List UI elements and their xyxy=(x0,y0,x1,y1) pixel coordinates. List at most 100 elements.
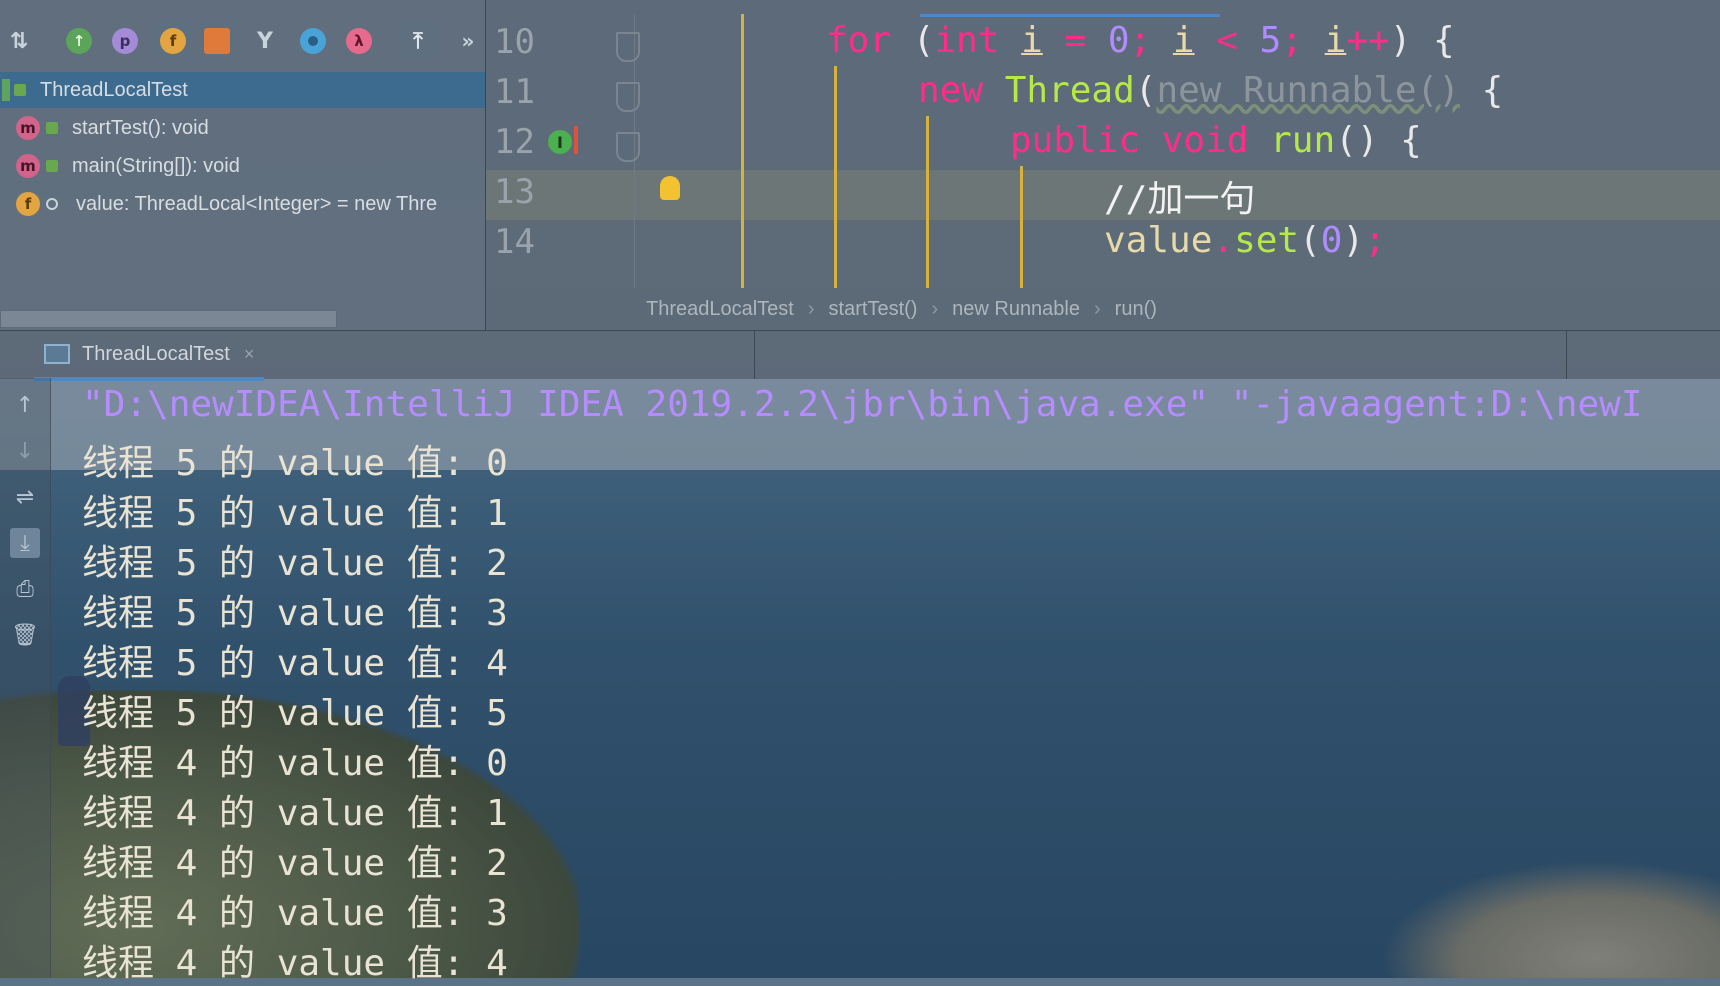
run-tool-window-header: ThreadLocalTest × xyxy=(0,330,1720,381)
show-inherited-icon[interactable]: Y xyxy=(252,28,278,54)
print-icon[interactable]: ⎙ xyxy=(10,574,40,604)
anonymous-class-hint: new Runnable() xyxy=(1156,70,1460,111)
console-command-line: "D:\newIDEA\IntelliJ IDEA 2019.2.2\jbr\b… xyxy=(82,384,1643,425)
breadcrumb: ThreadLocalTest › startTest() › new Runn… xyxy=(486,288,1720,330)
number: 0 xyxy=(1320,220,1343,261)
breadcrumb-item[interactable]: run() xyxy=(1115,298,1157,321)
line-number: 13 xyxy=(494,172,535,212)
line-number: 14 xyxy=(494,222,535,262)
close-icon[interactable]: × xyxy=(244,344,255,365)
type: Thread xyxy=(1004,70,1135,111)
scroll-to-end-icon[interactable]: ⤓ xyxy=(10,528,40,558)
tree-item-label: main(String[]): void xyxy=(72,154,240,177)
line-number: 12 xyxy=(494,122,535,162)
operator: < xyxy=(1194,20,1260,61)
tree-item-field[interactable]: f value: ThreadLocal<Integer> = new Thre xyxy=(16,186,437,222)
console-line: 线程 4 的 value 值: 1 xyxy=(82,793,508,834)
autoscroll-icon[interactable]: ⤒ xyxy=(405,28,431,54)
operator: = xyxy=(1042,20,1108,61)
class-icon xyxy=(2,79,10,101)
punct: ) { xyxy=(1389,20,1455,61)
breadcrumb-separator: › xyxy=(807,297,815,320)
console-line: 线程 5 的 value 值: 3 xyxy=(82,593,508,634)
punct: ) xyxy=(1342,220,1365,261)
line-number: 11 xyxy=(494,72,535,112)
breadcrumb-item[interactable]: ThreadLocalTest xyxy=(646,298,794,321)
tree-item-method[interactable]: m main(String[]): void xyxy=(16,148,240,184)
lightbulb-icon[interactable] xyxy=(660,176,680,200)
breadcrumb-item[interactable]: startTest() xyxy=(829,298,918,321)
breadcrumb-item[interactable]: new Runnable xyxy=(952,298,1080,321)
punct: ( xyxy=(1299,220,1321,261)
method-name: run xyxy=(1270,120,1336,161)
number: 0 xyxy=(1107,20,1130,61)
operator: ++ xyxy=(1346,20,1390,61)
code-editor[interactable]: 10 11 12 13 14 I for (int i = 0; i < 5; … xyxy=(486,0,1720,288)
console-line: 线程 4 的 value 值: 0 xyxy=(82,743,508,784)
punct: ; xyxy=(1129,20,1173,61)
field-ref: value xyxy=(1104,220,1213,261)
divider xyxy=(1566,331,1567,379)
console-line: 线程 5 的 value 值: 0 xyxy=(82,443,508,484)
indent-guide xyxy=(741,14,744,288)
structure-panel: ⇅ ↑ p f Y λ ⤒ » ThreadLocalTest m startT… xyxy=(0,0,486,330)
sort-visibility-icon[interactable]: ↑ xyxy=(66,28,92,54)
tab-main-java[interactable] xyxy=(486,0,672,17)
console-icon xyxy=(44,344,70,364)
keyword: public xyxy=(1010,120,1141,161)
horizontal-scrollbar[interactable] xyxy=(0,310,337,328)
console-line: 线程 5 的 value 值: 5 xyxy=(82,693,508,734)
punct: { xyxy=(1459,70,1504,111)
show-fields-icon[interactable]: f xyxy=(160,28,186,54)
tree-item-method[interactable]: m startTest(): void xyxy=(16,110,209,146)
fold-icon[interactable] xyxy=(616,82,640,112)
implements-gutter-icon[interactable]: I xyxy=(548,130,572,154)
punct: ( xyxy=(1134,70,1157,111)
console-line: 线程 4 的 value 值: 3 xyxy=(82,893,508,934)
show-non-public-icon[interactable] xyxy=(204,28,230,54)
override-arrow-icon xyxy=(574,126,578,154)
sort-alpha-icon[interactable]: ⇅ xyxy=(6,28,32,54)
code-line-11: new Thread(new Runnable() { xyxy=(918,70,1503,111)
console-line: 线程 5 的 value 值: 1 xyxy=(82,493,508,534)
punct: () { xyxy=(1335,120,1422,161)
variable: i xyxy=(1021,20,1043,61)
fold-icon[interactable] xyxy=(616,32,640,62)
punct: ; xyxy=(1364,220,1386,261)
anonymous-classes-icon[interactable] xyxy=(300,28,326,54)
console-output[interactable]: "D:\newIDEA\IntelliJ IDEA 2019.2.2\jbr\b… xyxy=(82,380,1720,984)
punct: ; xyxy=(1281,20,1325,61)
indent-guide xyxy=(1020,166,1023,288)
lambdas-icon[interactable]: λ xyxy=(346,28,372,54)
down-arrow-icon[interactable]: ↓ xyxy=(10,436,40,466)
tree-item-label: ThreadLocalTest xyxy=(40,78,188,101)
more-icon[interactable]: » xyxy=(455,28,481,54)
lock-icon xyxy=(46,160,58,172)
up-arrow-icon[interactable]: ↑ xyxy=(10,390,40,420)
breadcrumb-separator: › xyxy=(931,297,939,320)
keyword: void xyxy=(1161,120,1249,161)
soft-wrap-icon[interactable]: ⇌ xyxy=(10,482,40,512)
keyword: new xyxy=(918,70,984,111)
line-number: 10 xyxy=(494,22,535,62)
lock-icon xyxy=(14,84,26,96)
code-line-12: public void run() { xyxy=(1010,120,1422,161)
trash-icon[interactable]: 🗑 xyxy=(10,620,40,650)
indent-guide xyxy=(926,116,929,288)
tab-threadlocaltest-java[interactable] xyxy=(920,0,1220,17)
indent-guide xyxy=(834,66,837,288)
lock-icon xyxy=(46,122,58,134)
comment: //加一句 xyxy=(1104,179,1256,220)
package-private-icon xyxy=(46,198,58,210)
console-line: 线程 5 的 value 值: 4 xyxy=(82,643,508,684)
run-tab[interactable]: ThreadLocalTest × xyxy=(34,331,265,381)
method-icon: m xyxy=(16,116,40,140)
tab-thread-java[interactable] xyxy=(676,0,904,17)
show-properties-icon[interactable]: p xyxy=(112,28,138,54)
keyword: for xyxy=(826,20,892,61)
method-name: set xyxy=(1234,220,1300,261)
tree-item-class[interactable]: ThreadLocalTest xyxy=(0,72,485,108)
code-line-14: value.set(0); xyxy=(1104,220,1386,261)
punct: ( xyxy=(891,20,935,61)
fold-icon[interactable] xyxy=(616,132,640,162)
